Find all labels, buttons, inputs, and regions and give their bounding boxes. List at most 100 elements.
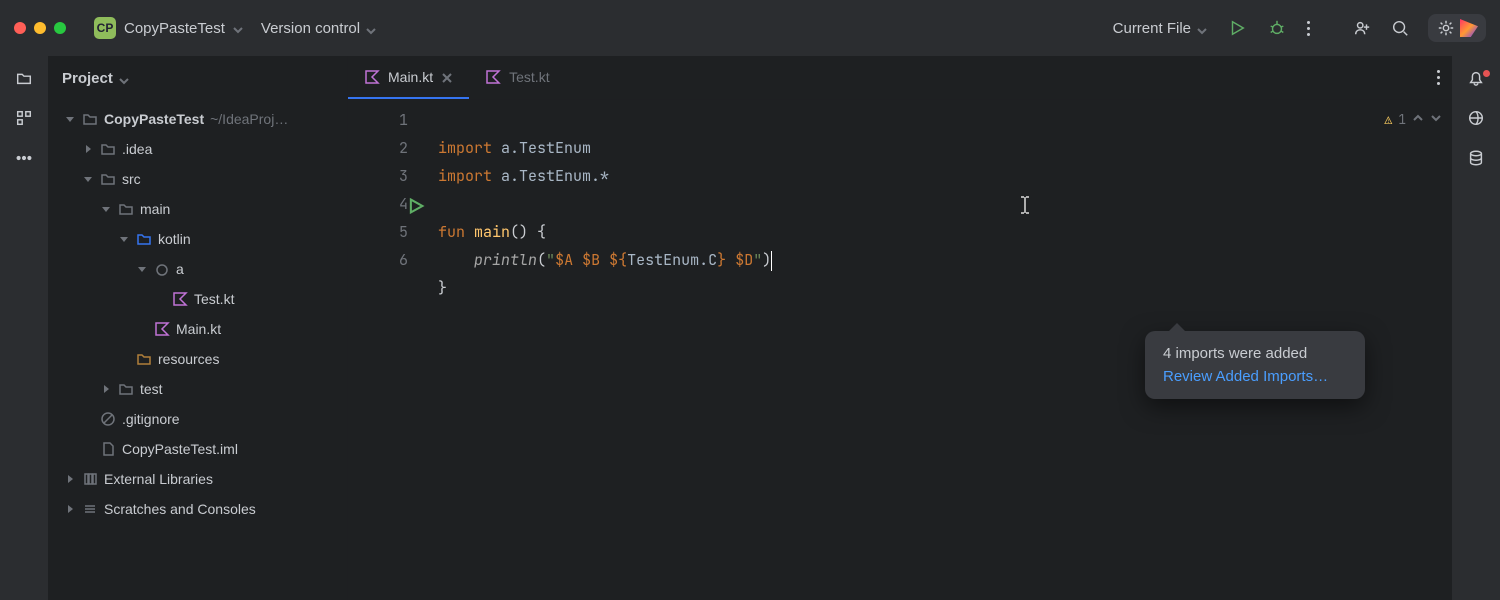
database-icon[interactable]	[1466, 148, 1486, 168]
tree-row[interactable]: main	[48, 194, 347, 224]
folder-icon	[118, 381, 134, 397]
sidebar-title: Project	[62, 70, 113, 87]
folder-icon	[82, 111, 98, 127]
tree-item-label: Scratches and Consoles	[104, 501, 256, 517]
editor-tab[interactable]: Test.kt	[469, 56, 565, 99]
tree-row[interactable]: Scratches and Consoles	[48, 494, 347, 524]
folder-src-icon	[136, 231, 152, 247]
function-name: main	[474, 222, 510, 242]
editor-tabs: Main.kt Test.kt	[348, 56, 1452, 100]
tree-row[interactable]: CopyPasteTest.iml	[48, 434, 347, 464]
inspections-widget[interactable]: ⚠ 1	[1384, 106, 1442, 134]
structure-tool-icon[interactable]	[14, 108, 34, 128]
tree-item-label: main	[140, 201, 170, 217]
tree-row[interactable]: test	[48, 374, 347, 404]
tree-row[interactable]: src	[48, 164, 347, 194]
chevron-down-icon	[233, 23, 243, 33]
minimize-window-button[interactable]	[34, 22, 46, 34]
tree-item-label: .idea	[122, 141, 152, 157]
tree-item-label: Main.kt	[176, 321, 221, 337]
tree-item-label: src	[122, 171, 141, 187]
more-tools-icon[interactable]	[14, 148, 34, 168]
editor-tabs-more-icon[interactable]	[1425, 56, 1452, 99]
tree-item-label: resources	[158, 351, 219, 367]
tree-row[interactable]: External Libraries	[48, 464, 347, 494]
ai-assistant-icon[interactable]	[1466, 108, 1486, 128]
keyword: fun	[438, 222, 465, 242]
tree-row[interactable]: .gitignore	[48, 404, 347, 434]
file-icon	[100, 441, 116, 457]
tree-row[interactable]: .idea	[48, 134, 347, 164]
line-number[interactable]: 5	[348, 218, 408, 246]
gutter[interactable]: 123456	[348, 100, 418, 600]
tab-label: Test.kt	[509, 69, 549, 85]
line-number[interactable]: 6	[348, 246, 408, 274]
tree-row[interactable]: resources	[48, 344, 347, 374]
next-highlight-icon[interactable]	[1430, 106, 1442, 134]
tree-item-label: test	[140, 381, 163, 397]
run-icon[interactable]	[1227, 18, 1247, 38]
version-control-menu[interactable]: Version control	[261, 20, 376, 37]
project-selector[interactable]: CP CopyPasteTest	[88, 13, 249, 43]
tree-item-label: CopyPasteTest.iml	[122, 441, 238, 457]
code-with-me-icon[interactable]	[1352, 18, 1372, 38]
kt-icon	[364, 69, 380, 85]
project-tree[interactable]: CopyPasteTest ~/IdeaProj… .idea src main kot…	[48, 100, 347, 600]
notification-dot-icon	[1483, 70, 1490, 77]
tree-row[interactable]: CopyPasteTest ~/IdeaProj…	[48, 104, 347, 134]
kt-icon	[485, 69, 501, 85]
line-number[interactable]: 4	[348, 190, 408, 218]
debug-icon[interactable]	[1267, 18, 1287, 38]
chevron-down-icon	[1197, 23, 1207, 33]
chevron-down-icon[interactable]	[118, 234, 130, 244]
ide-logo-icon	[1460, 19, 1478, 37]
review-imports-link[interactable]: Review Added Imports…	[1163, 368, 1347, 385]
template: ${	[609, 250, 627, 270]
tree-item-path: ~/IdeaProj…	[210, 111, 288, 127]
template: $A	[555, 250, 573, 270]
tree-item-label: .gitignore	[122, 411, 180, 427]
window-controls	[14, 22, 66, 34]
settings-group[interactable]	[1428, 14, 1486, 42]
chevron-down-icon[interactable]	[82, 174, 94, 184]
close-tab-icon[interactable]	[441, 71, 453, 83]
string-quote: "	[753, 250, 762, 270]
run-toolbar: Current File	[1113, 18, 1310, 38]
tree-row[interactable]: Test.kt	[48, 284, 347, 314]
line-number[interactable]: 1	[348, 106, 408, 134]
search-icon[interactable]	[1390, 18, 1410, 38]
titlebar-right-tools	[1352, 14, 1486, 42]
prev-highlight-icon[interactable]	[1412, 106, 1424, 134]
project-sidebar: Project CopyPasteTest ~/IdeaProj… .idea sr…	[48, 56, 348, 600]
text-cursor-icon	[1018, 194, 1032, 222]
folder-icon	[100, 141, 116, 157]
chevron-right-icon[interactable]	[82, 144, 94, 154]
template: $D	[735, 250, 753, 270]
type-ref: TestEnum	[627, 250, 699, 270]
line-number[interactable]: 2	[348, 134, 408, 162]
run-config-selector[interactable]: Current File	[1113, 20, 1207, 37]
zoom-window-button[interactable]	[54, 22, 66, 34]
tree-row[interactable]: kotlin	[48, 224, 347, 254]
chevron-right-icon[interactable]	[64, 504, 76, 514]
line-number[interactable]: 3	[348, 162, 408, 190]
chevron-down-icon[interactable]	[64, 114, 76, 124]
template: }	[717, 250, 726, 270]
tree-item-label: a	[176, 261, 184, 277]
project-sidebar-header[interactable]: Project	[48, 56, 347, 100]
project-tool-icon[interactable]	[14, 68, 34, 88]
chevron-right-icon[interactable]	[64, 474, 76, 484]
tree-row[interactable]: Main.kt	[48, 314, 347, 344]
chevron-down-icon[interactable]	[100, 204, 112, 214]
tree-row[interactable]: a	[48, 254, 347, 284]
tree-item-label: CopyPasteTest	[104, 111, 204, 127]
right-tool-rail	[1452, 56, 1500, 600]
more-actions-icon[interactable]	[1307, 21, 1310, 36]
template: $B	[582, 250, 600, 270]
chevron-right-icon[interactable]	[100, 384, 112, 394]
editor-tab[interactable]: Main.kt	[348, 56, 469, 99]
chevron-down-icon[interactable]	[136, 264, 148, 274]
member: .C	[699, 250, 717, 270]
run-config-label: Current File	[1113, 20, 1191, 37]
close-window-button[interactable]	[14, 22, 26, 34]
